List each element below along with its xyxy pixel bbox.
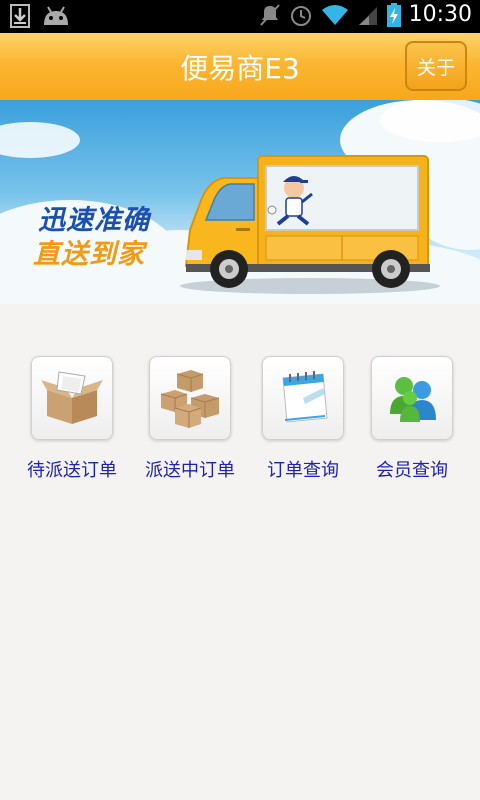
- status-bar: 10:30: [0, 0, 480, 33]
- order-search-item[interactable]: 订单查询: [243, 356, 363, 482]
- signal-icon: [358, 6, 377, 25]
- download-icon: [10, 4, 30, 28]
- battery-charging-icon: [386, 2, 401, 27]
- delivering-orders-tile[interactable]: [149, 356, 231, 440]
- menu-label: 会员查询: [376, 460, 448, 481]
- about-button[interactable]: 关于: [405, 41, 467, 91]
- menu-label: 派送中订单: [145, 460, 235, 481]
- member-search-tile[interactable]: [371, 356, 453, 440]
- notepad-icon: [282, 371, 328, 423]
- promo-banner: 迅速准确 直送到家: [0, 100, 480, 304]
- boxes-icon: [160, 370, 220, 428]
- slogan-line2: 直送到家: [33, 239, 145, 270]
- wifi-icon: [321, 4, 348, 25]
- clock: 10:30: [408, 2, 472, 27]
- delivering-orders-item[interactable]: 派送中订单: [130, 356, 250, 482]
- open-box-icon: [41, 371, 103, 424]
- android-icon: [44, 6, 68, 25]
- pending-delivery-orders-tile[interactable]: [31, 356, 113, 440]
- pending-delivery-orders-item[interactable]: 待派送订单: [12, 356, 132, 482]
- menu-label: 订单查询: [267, 460, 339, 481]
- app-bar: 便易商E3 关于: [0, 33, 480, 101]
- members-icon: [390, 377, 436, 422]
- menu-label: 待派送订单: [27, 460, 117, 481]
- mute-icon: [259, 3, 280, 26]
- member-search-item[interactable]: 会员查询: [352, 356, 472, 482]
- order-search-tile[interactable]: [262, 356, 344, 440]
- alarm-icon: [290, 5, 311, 26]
